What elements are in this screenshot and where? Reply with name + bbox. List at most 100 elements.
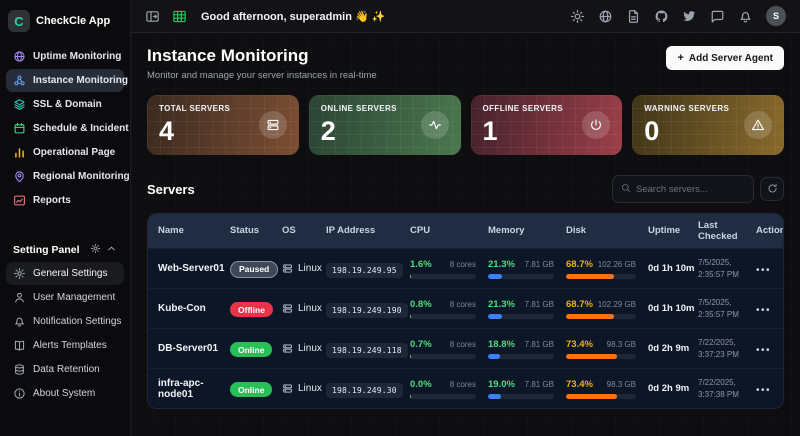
cpu-bar (410, 314, 476, 319)
sidebar-item-label: Uptime Monitoring (33, 51, 121, 62)
status-badge: Online (230, 342, 272, 357)
disk-total: 102.26 GB (598, 260, 636, 269)
sidebar-item-instance-monitoring[interactable]: Instance Monitoring (6, 69, 124, 92)
ip-address: 198.19.249.190 (326, 303, 408, 318)
activity-icon (421, 111, 449, 139)
sidebar-item-uptime-monitoring[interactable]: Uptime Monitoring (6, 45, 124, 68)
disk-bar (566, 394, 636, 399)
sidebar-item-label: Instance Monitoring (33, 75, 128, 86)
user-avatar[interactable]: S (766, 6, 786, 26)
last-checked: 7/22/2025,3:37:23 PM (698, 337, 756, 359)
line-chart-icon (13, 194, 26, 207)
sidebar-item-label: Operational Page (33, 147, 115, 158)
settings-item-about-system[interactable]: About System (6, 382, 124, 405)
grid-icon[interactable] (172, 9, 187, 24)
refresh-button[interactable] (760, 177, 784, 201)
sidebar-item-regional-monitoring[interactable]: Regional Monitoring (6, 165, 124, 188)
cpu-percent: 0.8% (410, 299, 432, 310)
app-logo-icon: C (8, 10, 30, 32)
search-input[interactable] (636, 184, 745, 195)
memory-metric: 21.3%7.81 GB (488, 259, 566, 279)
status-badge: Online (230, 382, 272, 397)
sidebar-item-ssl-domain[interactable]: SSL & Domain (6, 93, 124, 116)
row-actions-button[interactable]: ••• (756, 305, 771, 316)
sidebar-item-reports[interactable]: Reports (6, 189, 124, 212)
last-checked: 7/22/2025,3:37:38 PM (698, 377, 756, 399)
disk-metric: 73.4%98.3 GB (566, 379, 648, 399)
bell-icon[interactable] (738, 9, 753, 24)
globe-icon[interactable] (598, 9, 613, 24)
add-server-agent-button[interactable]: + Add Server Agent (666, 46, 784, 70)
chevron-up-icon[interactable] (106, 243, 117, 257)
server-icon (282, 263, 293, 274)
settings-item-user-management[interactable]: User Management (6, 286, 124, 309)
row-actions-button[interactable]: ••• (756, 265, 771, 276)
sidebar-item-schedule-incident[interactable]: Schedule & Incident (6, 117, 124, 140)
document-icon[interactable] (626, 9, 641, 24)
table-row[interactable]: DB-Server01 Online Linux 198.19.249.118 … (148, 328, 783, 368)
column-header-disk: Disk (566, 225, 648, 236)
servers-table: NameStatusOSIP AddressCPUMemoryDiskUptim… (147, 213, 784, 409)
cluster-icon (13, 74, 26, 87)
server-name: DB-Server01 (158, 343, 230, 354)
row-actions-button[interactable]: ••• (756, 385, 771, 396)
uptime: 0d 1h 10m (648, 303, 698, 314)
memory-bar (488, 354, 554, 359)
bar-chart-icon (13, 146, 26, 159)
uptime: 0d 2h 9m (648, 343, 698, 354)
search-box[interactable] (612, 175, 754, 203)
cpu-cores: 8 cores (450, 340, 476, 349)
twitter-icon[interactable] (682, 9, 697, 24)
settings-item-alerts-templates[interactable]: Alerts Templates (6, 334, 124, 357)
memory-total: 7.81 GB (525, 260, 554, 269)
warning-icon (744, 111, 772, 139)
memory-metric: 19.0%7.81 GB (488, 379, 566, 399)
main-area: Good afternoon, superadmin 👋 ✨ S Instanc… (131, 0, 800, 436)
sun-icon[interactable] (570, 9, 585, 24)
chat-icon[interactable] (710, 9, 725, 24)
table-header-row: NameStatusOSIP AddressCPUMemoryDiskUptim… (148, 214, 783, 248)
github-icon[interactable] (654, 9, 669, 24)
os-cell: Linux (282, 303, 326, 314)
column-header-os: OS (282, 225, 326, 236)
content: Instance Monitoring Monitor and manage y… (131, 33, 800, 436)
cpu-cores: 8 cores (450, 300, 476, 309)
cpu-percent: 0.7% (410, 339, 432, 350)
stat-card-total-servers: TOTAL SERVERS 4 (147, 95, 299, 155)
column-header-ip-address: IP Address (326, 225, 410, 236)
column-header-cpu: CPU (410, 225, 488, 236)
memory-total: 7.81 GB (525, 340, 554, 349)
info-icon (13, 387, 26, 400)
gear-icon[interactable] (90, 243, 101, 257)
last-checked: 7/5/2025,2:35:57 PM (698, 257, 756, 279)
settings-item-label: Data Retention (33, 364, 100, 375)
table-row[interactable]: infra-apc-node01 Online Linux 198.19.249… (148, 368, 783, 408)
user-icon (13, 291, 26, 304)
uptime: 0d 2h 9m (648, 383, 698, 394)
disk-bar (566, 314, 636, 319)
table-row[interactable]: Web-Server01 Paused Linux 198.19.249.95 … (148, 248, 783, 288)
ip-address: 198.19.249.118 (326, 343, 408, 358)
settings-item-notification-settings[interactable]: Notification Settings (6, 310, 124, 333)
os-cell: Linux (282, 343, 326, 354)
disk-percent: 73.4% (566, 339, 593, 350)
sidebar: C CheckCle App Uptime MonitoringInstance… (0, 0, 131, 436)
settings-item-general-settings[interactable]: General Settings (6, 262, 124, 285)
settings-item-label: User Management (33, 292, 115, 303)
os-label: Linux (298, 343, 322, 354)
panel-collapse-icon[interactable] (145, 9, 160, 24)
refresh-icon (767, 182, 778, 197)
table-row[interactable]: Kube-Con Offline Linux 198.19.249.190 0.… (148, 288, 783, 328)
sidebar-item-operational-page[interactable]: Operational Page (6, 141, 124, 164)
memory-bar (488, 394, 554, 399)
row-actions-button[interactable]: ••• (756, 345, 771, 356)
settings-item-label: Notification Settings (33, 316, 121, 327)
disk-total: 98.3 GB (607, 340, 636, 349)
cpu-cores: 8 cores (450, 380, 476, 389)
server-icon (282, 343, 293, 354)
memory-metric: 18.8%7.81 GB (488, 339, 566, 359)
settings-item-data-retention[interactable]: Data Retention (6, 358, 124, 381)
database-icon (13, 363, 26, 376)
column-header-status: Status (230, 225, 282, 236)
settings-panel-header[interactable]: Setting Panel (6, 239, 124, 261)
